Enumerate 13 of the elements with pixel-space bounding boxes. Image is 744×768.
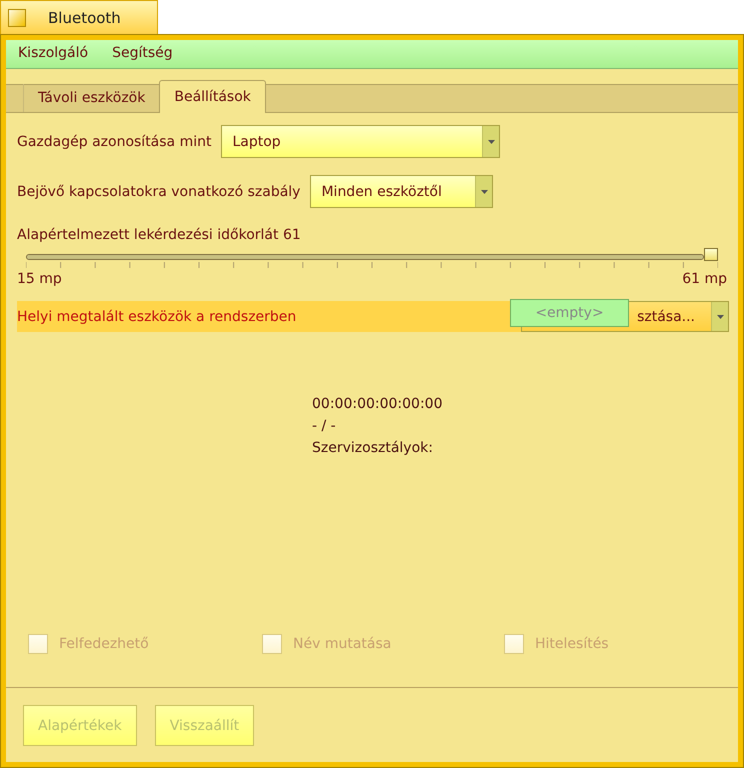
checkbox-label: Név mutatása xyxy=(293,636,392,652)
field-label: Bejövő kapcsolatokra vonatkozó szabály xyxy=(17,184,300,200)
min-label: 15 mp xyxy=(17,271,62,287)
window-title: Bluetooth xyxy=(48,8,121,26)
checkbox-label: Hitelesítés xyxy=(535,636,609,652)
section-label: Helyi megtalált eszközök a rendszerben xyxy=(17,308,298,324)
info-text: - / - xyxy=(312,418,337,434)
checkbox-label: Felfedezhető xyxy=(59,636,149,652)
info-text: 00:00:00:00:00:00 xyxy=(312,396,444,412)
max-label: 61 mp xyxy=(682,271,727,287)
slider-label: Alapértelmezett lekérdezési időkorlát 61 xyxy=(17,227,302,243)
field-label: Gazdagép azonosítása mint xyxy=(17,134,212,150)
info-text: Szervizosztályok: xyxy=(312,440,434,456)
